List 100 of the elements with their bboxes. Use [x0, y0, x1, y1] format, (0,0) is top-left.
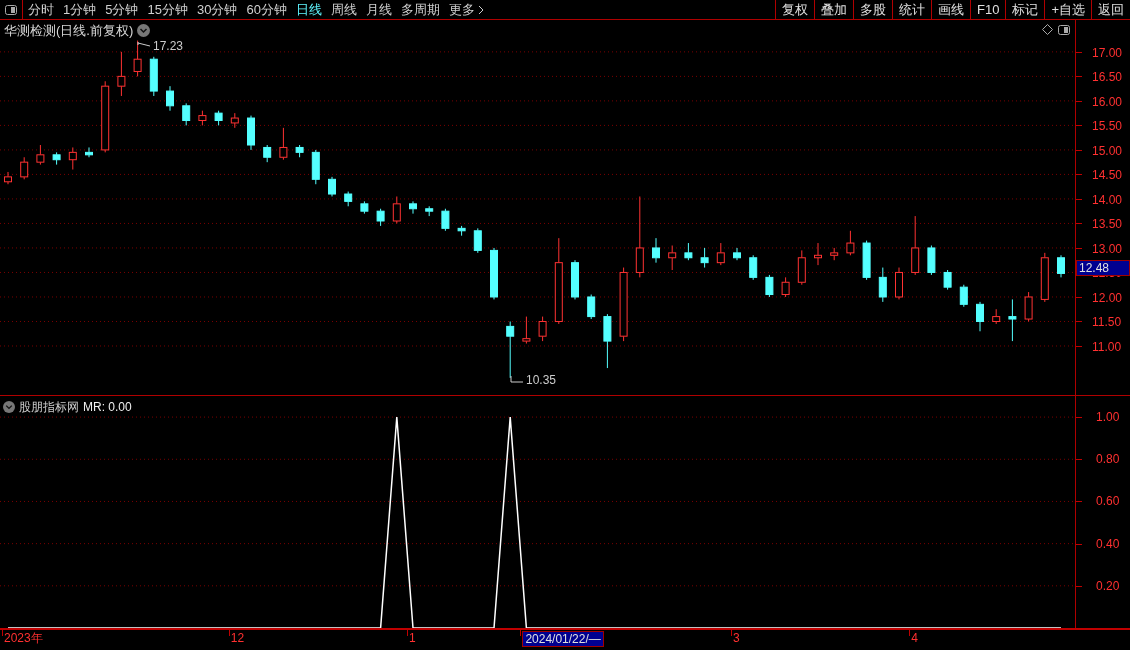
toolbar-button[interactable]: 多股 [853, 0, 892, 19]
candlestick [976, 301, 984, 332]
candlestick [684, 242, 693, 261]
candlestick [4, 171, 12, 185]
indicator-reading: : 0.00 [101, 399, 132, 416]
period-tab[interactable]: 5分钟 [105, 0, 139, 20]
toolbar-button[interactable]: 叠加 [814, 0, 853, 19]
date-label: 2023年 [4, 631, 43, 645]
candlestick [716, 242, 725, 266]
date-label: 3 [733, 631, 740, 645]
period-tab[interactable]: 日线 [295, 0, 322, 20]
period-tab[interactable]: 60分钟 [246, 0, 287, 20]
candlestick [149, 56, 158, 97]
axis-label: 13.50 [1092, 217, 1123, 232]
candlestick [263, 144, 272, 163]
toolbar-button[interactable]: F10 [970, 0, 1006, 19]
date-label: 2024/01/22/— [522, 631, 604, 647]
toolbar-button[interactable]: 复权 [775, 0, 814, 19]
axis-label: 0.80 [1096, 452, 1120, 467]
axis-label: 0.20 [1096, 578, 1120, 593]
candlestick [133, 40, 142, 77]
candlestick [668, 245, 677, 271]
toolbar-button[interactable]: 标记 [1005, 0, 1045, 19]
axis-label: 15.50 [1092, 119, 1123, 134]
candlestick [473, 227, 482, 254]
candlestick [457, 225, 466, 237]
axis-label: 16.50 [1092, 70, 1123, 85]
period-tab[interactable]: 30分钟 [196, 0, 238, 20]
candlestick [117, 51, 126, 97]
pointer-arrow-icon [137, 42, 151, 50]
period-tab[interactable]: 多周期 [400, 0, 440, 20]
indicator-title: 股朋指标网 [19, 399, 79, 416]
period-tab[interactable]: 分时 [28, 0, 54, 20]
candlestick [182, 102, 191, 126]
candlestick [959, 284, 968, 308]
candlestick [927, 245, 936, 276]
candlestick [490, 247, 498, 300]
candlestick [749, 254, 758, 281]
candlestick [344, 191, 353, 207]
candlestick [992, 308, 1001, 325]
axis-label: 0.60 [1096, 494, 1120, 509]
candlestick [441, 208, 450, 232]
high-price-label: 17.23 [153, 38, 184, 55]
axis-label: 11.00 [1092, 340, 1122, 354]
candlestick [603, 313, 612, 369]
axis-label: 16.00 [1092, 94, 1123, 109]
candlestick [1008, 298, 1017, 342]
axis-label: 12.00 [1092, 290, 1123, 305]
toolbar-button[interactable]: 画线 [931, 0, 970, 19]
candlestick [311, 149, 320, 185]
toolbar-button[interactable]: +自选 [1044, 0, 1091, 19]
candlestick [166, 85, 174, 112]
period-tab[interactable]: 1分钟 [63, 0, 97, 20]
panel-toggle-icon[interactable] [1058, 25, 1070, 35]
candlestick [392, 196, 401, 224]
period-tab[interactable]: 月线 [365, 0, 392, 20]
toolbar-button[interactable]: 返回 [1091, 0, 1130, 19]
candlestick [1040, 252, 1049, 303]
period-tab[interactable]: 15分钟 [147, 0, 188, 20]
axis-label: 17.00 [1092, 45, 1123, 60]
candlestick [538, 316, 547, 342]
pointer-arrow-icon [510, 376, 524, 384]
candlestick [1057, 254, 1065, 278]
candlestick [797, 249, 806, 286]
candlestick [911, 215, 920, 276]
axis-label: 14.50 [1092, 168, 1123, 183]
low-price-label: 10.35 [526, 372, 557, 389]
candlestick [506, 321, 515, 379]
candlestick [68, 146, 77, 170]
candlestick [230, 112, 239, 129]
chevron-right-icon [477, 4, 484, 15]
candlestick [830, 247, 839, 261]
candlestick [376, 208, 385, 227]
candlestick [425, 205, 434, 217]
panel-toggle-icon [5, 4, 17, 15]
candlestick [846, 230, 855, 256]
date-label: 4 [911, 631, 918, 645]
candlestick [571, 259, 579, 300]
candlestick [814, 242, 822, 266]
candlestick [587, 294, 596, 320]
candlestick [781, 276, 790, 298]
date-label: 1 [409, 631, 416, 645]
dropdown-icon[interactable] [137, 24, 151, 38]
candlestick [700, 247, 709, 269]
dropdown-icon[interactable] [3, 401, 15, 413]
axis-label: 1.00 [1096, 410, 1120, 425]
period-tab[interactable]: 更多 [448, 0, 484, 20]
candlestick [36, 144, 45, 166]
toolbar-button[interactable]: 统计 [892, 0, 931, 19]
axis-label: 11.50 [1092, 315, 1122, 330]
candlestick [85, 146, 93, 158]
date-label: 12 [230, 631, 245, 645]
candlestick [52, 151, 61, 166]
diamond-icon[interactable] [1042, 24, 1053, 35]
chart-title: 华测检测(日线.前复权) [4, 22, 134, 40]
series-name: MR [83, 399, 102, 416]
candlestick [862, 240, 871, 281]
candlestick [895, 267, 903, 300]
period-tab[interactable]: 周线 [330, 0, 357, 20]
candlestick [409, 200, 417, 215]
